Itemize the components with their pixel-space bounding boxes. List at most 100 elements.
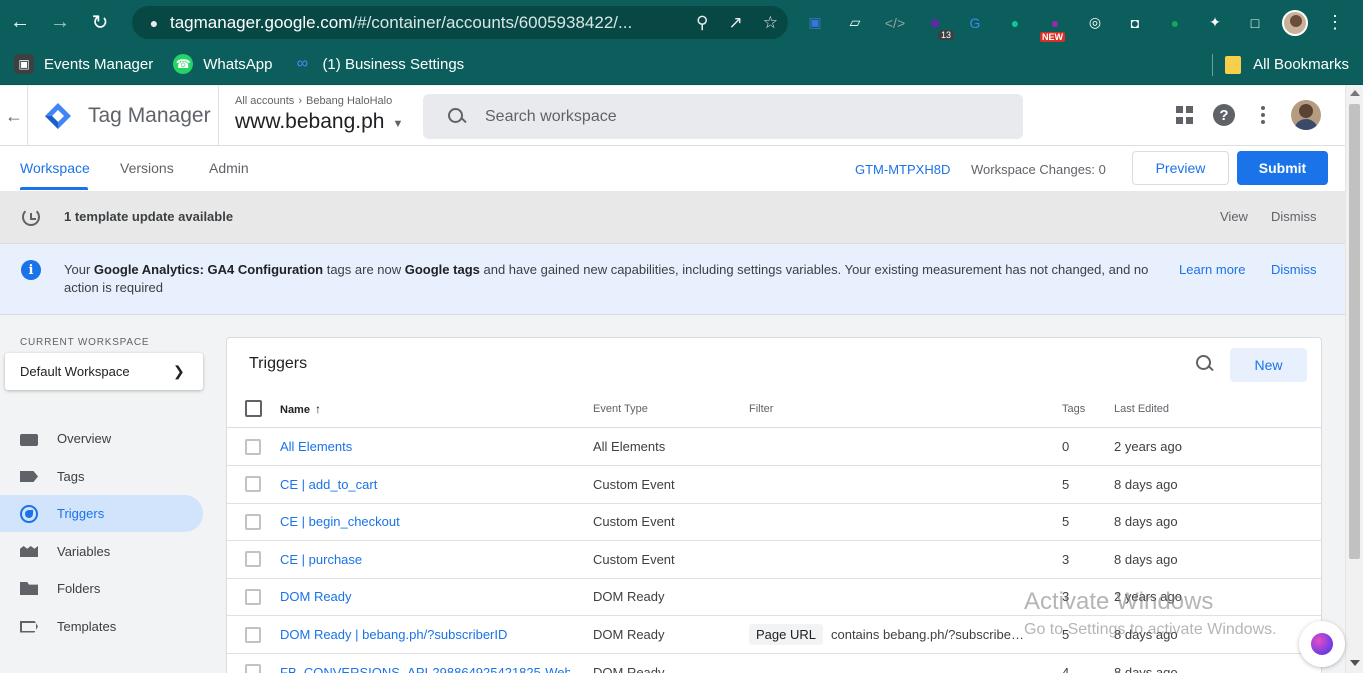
container-name: www.bebang.ph xyxy=(235,110,385,133)
current-workspace-label: CURRENT WORKSPACE xyxy=(20,337,150,348)
column-last-edited[interactable]: Last Edited xyxy=(1114,403,1264,415)
breadcrumb[interactable]: All accounts › Bebang HaloHalo xyxy=(235,95,392,107)
graduation-cap-icon[interactable]: ◆ 13 xyxy=(922,10,954,40)
translate-icon[interactable]: G xyxy=(962,10,988,36)
grammarly-like-icon[interactable]: ● xyxy=(1002,10,1028,36)
table-row[interactable]: CE | purchase Custom Event 3 8 days ago xyxy=(227,541,1321,579)
row-checkbox[interactable] xyxy=(245,476,261,493)
table-row[interactable]: FB_CONVERSIONS_API-298864925421825-Web- D… xyxy=(227,654,1321,673)
sidebar-item-tags[interactable]: Tags xyxy=(0,458,203,495)
puzzle-icon[interactable]: ✦ xyxy=(1202,10,1228,36)
new-badge: NEW xyxy=(1040,31,1065,42)
bookmarks-bar: ▣ Events Manager ☎ WhatsApp ∞ (1) Busine… xyxy=(0,44,1363,85)
back-arrow-icon[interactable]: ← xyxy=(0,0,40,44)
container-id[interactable]: GTM-MTPXH8D xyxy=(855,162,950,177)
trigger-name-link[interactable]: CE | add_to_cart xyxy=(280,477,570,492)
new-extension-icon[interactable]: ● NEW xyxy=(1040,10,1068,42)
column-event-type[interactable]: Event Type xyxy=(593,403,733,415)
tab-versions[interactable]: Versions xyxy=(120,160,174,176)
scroll-up-icon[interactable] xyxy=(1350,90,1360,96)
column-name[interactable]: Name ↑ xyxy=(280,402,570,416)
ghost-icon[interactable]: ◘ xyxy=(1122,10,1148,36)
workspace-selector[interactable]: Default Workspace ❯ xyxy=(5,353,203,390)
trigger-name-link[interactable]: FB_CONVERSIONS_API-298864925421825-Web- xyxy=(280,665,570,673)
browser-menu-icon[interactable]: ⋮ xyxy=(1322,10,1348,36)
code-icon[interactable]: </> xyxy=(882,10,908,36)
back-arrow-icon[interactable]: ← xyxy=(4,104,24,128)
breadcrumb-all-accounts[interactable]: All accounts xyxy=(235,95,294,107)
container-selector[interactable]: www.bebang.ph ▼ xyxy=(235,110,403,134)
extension-badge: 13 xyxy=(937,29,954,40)
tab-admin[interactable]: Admin xyxy=(209,160,249,176)
page-scrollbar[interactable] xyxy=(1345,86,1363,673)
swirl-icon[interactable]: ◎ xyxy=(1082,10,1108,36)
zoom-icon[interactable]: ⚲ xyxy=(696,13,708,33)
row-checkbox[interactable] xyxy=(245,513,261,530)
breadcrumb-account[interactable]: Bebang HaloHalo xyxy=(306,95,392,107)
submit-button[interactable]: Submit xyxy=(1237,151,1328,185)
search-icon[interactable] xyxy=(1195,354,1215,374)
trigger-name-link[interactable]: CE | purchase xyxy=(280,552,570,567)
trigger-name-link[interactable]: DOM Ready | bebang.ph/?subscriberID xyxy=(280,627,570,642)
select-all-checkbox[interactable] xyxy=(245,400,262,417)
dismiss-link[interactable]: Dismiss xyxy=(1271,209,1317,224)
gtm-header: ← Tag Manager All accounts › Bebang Halo… xyxy=(0,86,1345,146)
column-tags[interactable]: Tags xyxy=(1062,403,1092,415)
row-checkbox[interactable] xyxy=(245,438,261,455)
trigger-name-link[interactable]: DOM Ready xyxy=(280,589,570,604)
filter-value: contains bebang.ph/?subscribe… xyxy=(830,627,1024,642)
help-icon[interactable]: ? xyxy=(1213,104,1235,126)
forward-arrow-icon[interactable]: → xyxy=(40,0,80,44)
table-row[interactable]: CE | begin_checkout Custom Event 5 8 days a… xyxy=(227,503,1321,542)
search-icon xyxy=(445,105,469,129)
eraser-icon[interactable]: ▱ xyxy=(842,10,868,36)
share-icon[interactable]: ↗ xyxy=(729,13,743,33)
sidebar-item-overview[interactable]: Overview xyxy=(0,420,203,457)
row-checkbox[interactable] xyxy=(245,588,261,605)
row-checkbox[interactable] xyxy=(245,664,261,673)
sidepanel-icon[interactable]: □ xyxy=(1242,10,1268,36)
sidebar-item-triggers[interactable]: Triggers xyxy=(0,495,203,532)
flow-icon[interactable]: ● xyxy=(1162,10,1188,36)
profile-avatar[interactable] xyxy=(1282,9,1308,36)
url-text[interactable]: tagmanager.google.com/#/container/accoun… xyxy=(170,13,660,33)
learn-more-link[interactable]: Learn more xyxy=(1179,262,1245,277)
row-checkbox[interactable] xyxy=(245,626,261,643)
bitwarden-like-icon[interactable]: ▣ xyxy=(802,10,828,36)
sidebar-item-variables[interactable]: Variables xyxy=(0,533,203,570)
table-row[interactable]: All Elements All Elements 0 2 years ago xyxy=(227,428,1321,466)
apps-grid-icon[interactable] xyxy=(1175,105,1195,125)
trigger-name-link[interactable]: All Elements xyxy=(280,439,570,454)
table-row[interactable]: CE | add_to_cart Custom Event 5 8 days ago xyxy=(227,466,1321,504)
sidebar-item-templates[interactable]: Templates xyxy=(0,608,203,645)
overview-icon xyxy=(20,433,38,446)
search-input[interactable] xyxy=(485,107,985,126)
address-bar[interactable]: ● tagmanager.google.com/#/container/acco… xyxy=(132,6,788,39)
more-vert-icon[interactable] xyxy=(1253,104,1273,126)
view-link[interactable]: View xyxy=(1220,209,1248,224)
scroll-down-icon[interactable] xyxy=(1350,660,1360,666)
sidebar-item-folders[interactable]: Folders xyxy=(0,570,203,607)
bookmark-events-manager[interactable]: ▣ Events Manager xyxy=(14,54,153,74)
divider xyxy=(218,86,219,146)
dismiss-link[interactable]: Dismiss xyxy=(1271,262,1317,277)
avatar[interactable] xyxy=(1291,100,1321,130)
bookmark-whatsapp[interactable]: ☎ WhatsApp xyxy=(173,54,272,74)
row-checkbox[interactable] xyxy=(245,551,261,568)
bookmark-star-icon[interactable]: ☆ xyxy=(763,13,778,33)
scroll-thumb[interactable] xyxy=(1349,104,1360,559)
tag-count: 5 xyxy=(1062,476,1070,492)
search-workspace[interactable] xyxy=(423,94,1023,139)
trigger-name-link[interactable]: CE | begin_checkout xyxy=(280,514,570,529)
workspace-changes: Workspace Changes: 0 xyxy=(971,162,1106,177)
reload-icon[interactable]: ↻ xyxy=(80,0,120,44)
preview-button[interactable]: Preview xyxy=(1132,151,1229,185)
bookmark-business-settings[interactable]: ∞ (1) Business Settings xyxy=(292,54,464,74)
site-info-icon[interactable]: ● xyxy=(138,15,170,31)
new-trigger-button[interactable]: New xyxy=(1230,348,1307,382)
column-filter[interactable]: Filter xyxy=(749,403,1049,415)
all-bookmarks[interactable]: All Bookmarks xyxy=(1212,44,1349,85)
assistant-button[interactable] xyxy=(1299,621,1345,667)
info-banner: i Your Google Analytics: GA4 Configurati… xyxy=(0,244,1345,315)
tab-workspace[interactable]: Workspace xyxy=(20,160,90,176)
